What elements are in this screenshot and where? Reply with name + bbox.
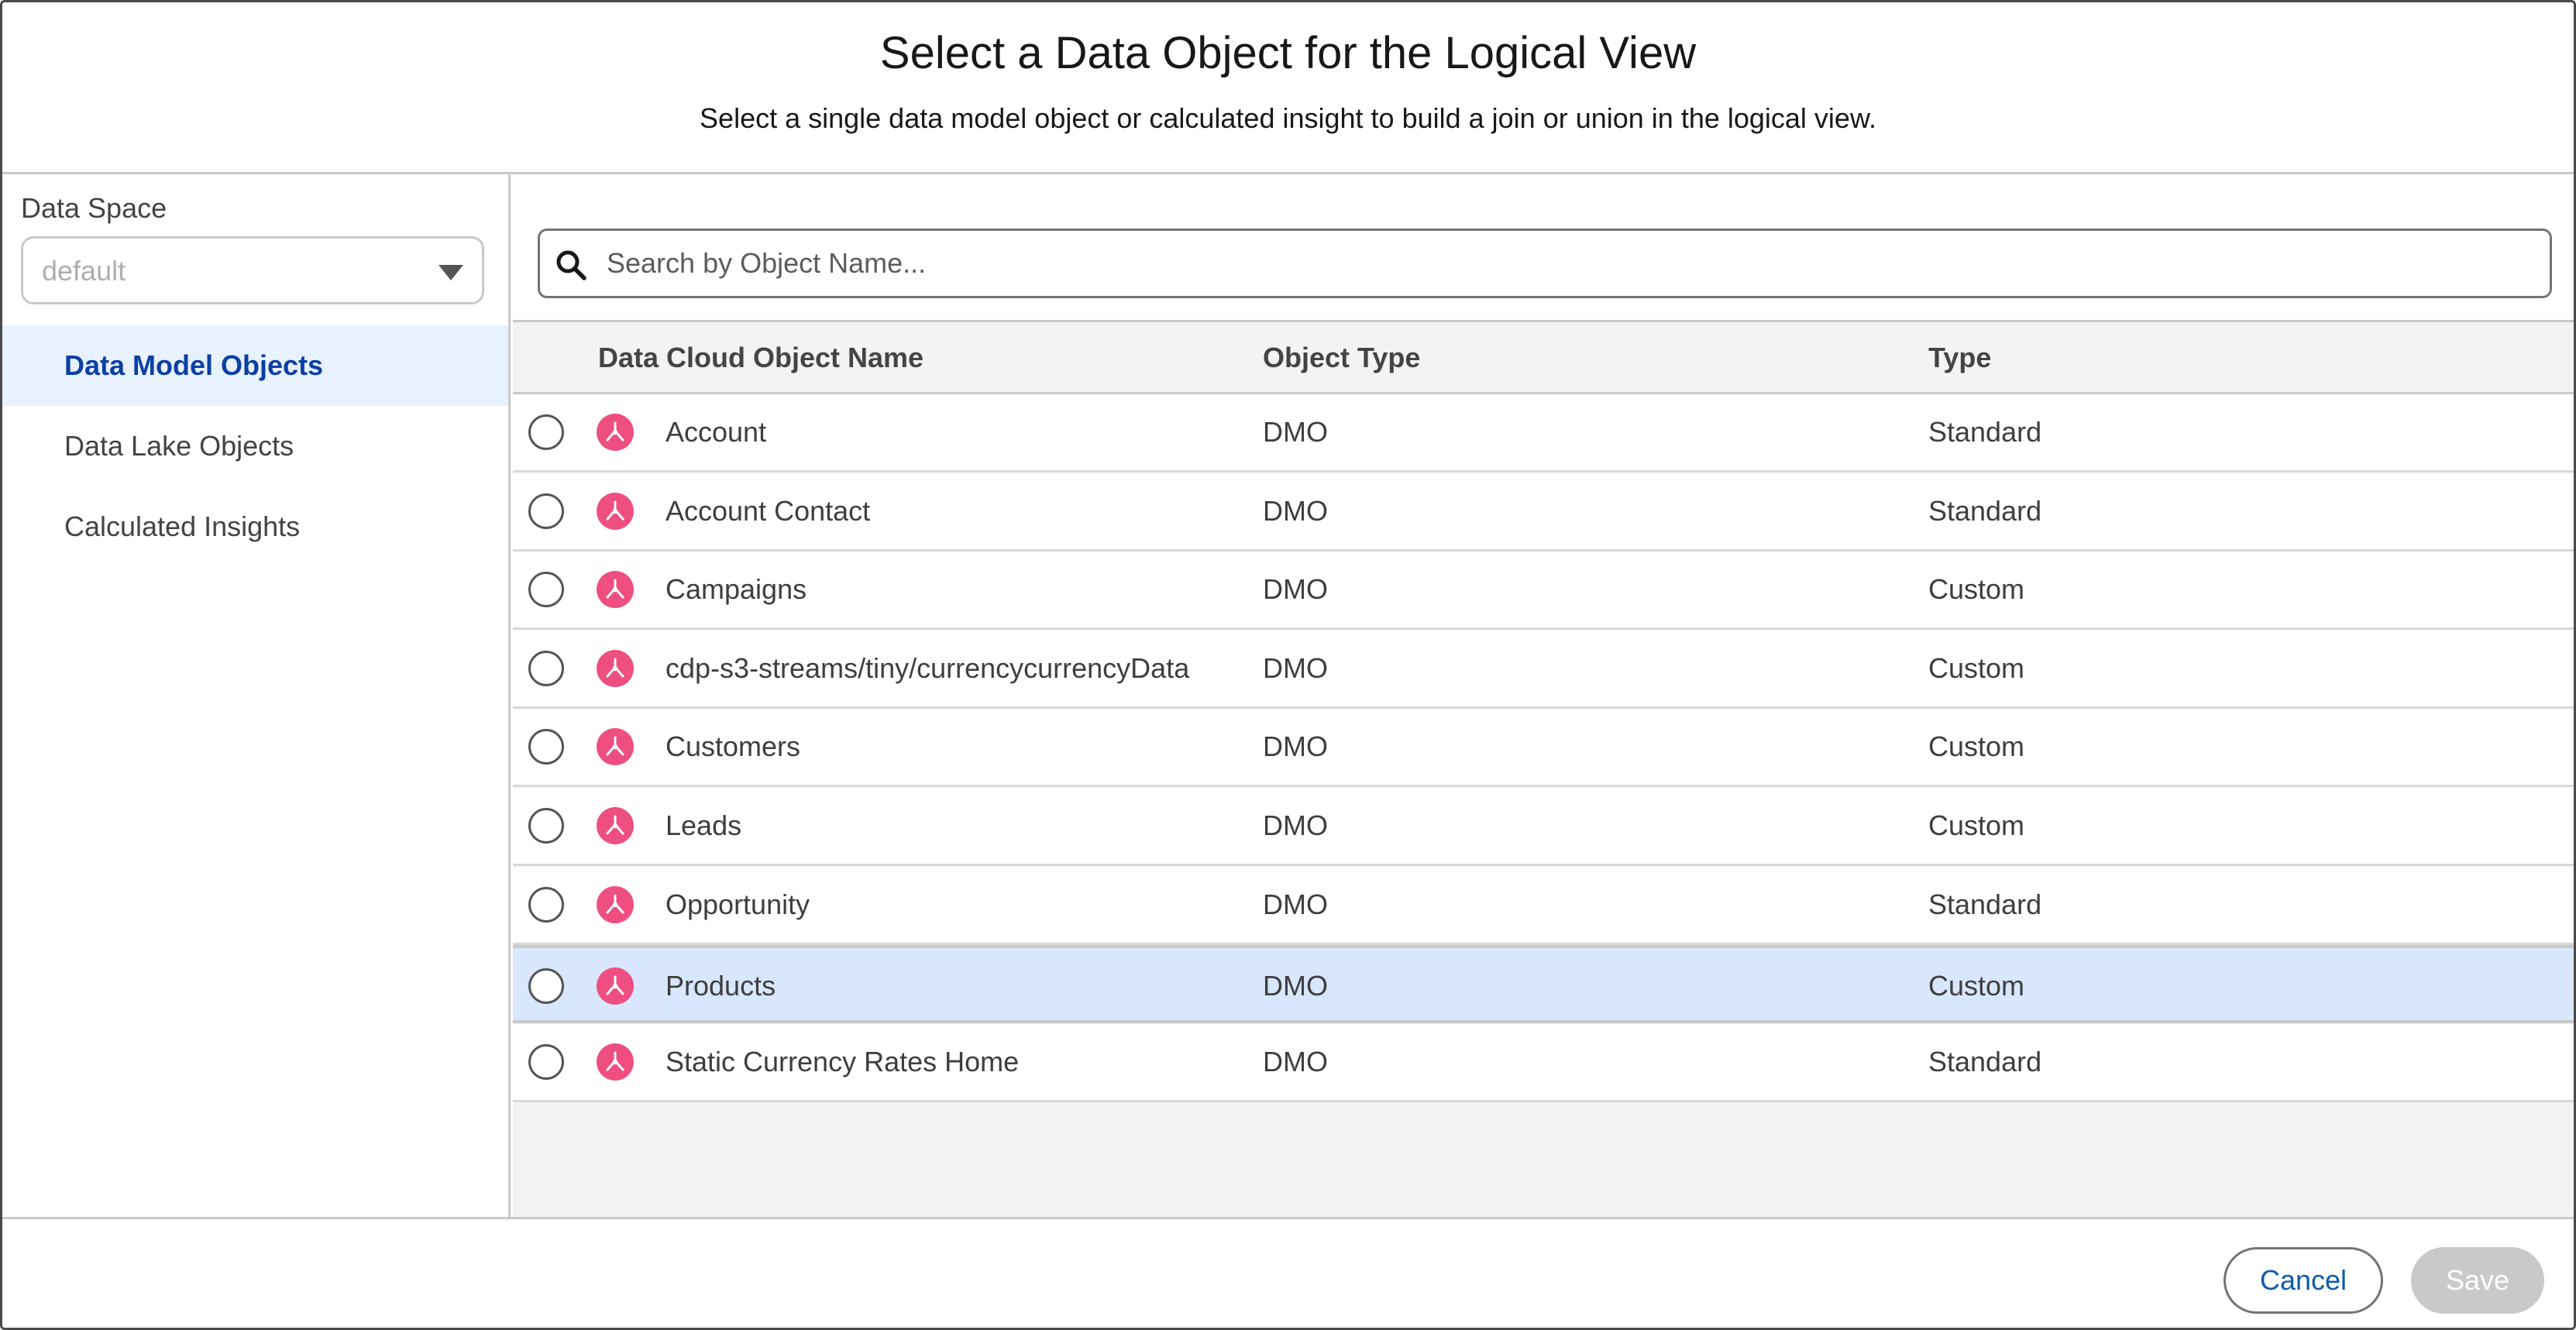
- data-model-object-icon: [597, 492, 634, 530]
- row-radio[interactable]: [528, 414, 564, 450]
- type-cell: Custom: [1928, 809, 2025, 841]
- table-row[interactable]: cdp-s3-streams/tiny/currencycurrencyData…: [513, 630, 2574, 709]
- table-row[interactable]: Customers DMO Custom: [513, 709, 2574, 788]
- cancel-button[interactable]: Cancel: [2223, 1247, 2383, 1314]
- object-name-cell: Account Contact: [665, 494, 871, 527]
- row-radio[interactable]: [528, 1043, 564, 1080]
- type-cell: Custom: [1928, 573, 2025, 606]
- object-name-cell: Leads: [665, 809, 742, 841]
- save-button[interactable]: Save: [2411, 1247, 2544, 1314]
- data-model-object-icon: [597, 571, 634, 609]
- search-input[interactable]: [607, 239, 2528, 288]
- object-type-cell: DMO: [1263, 809, 1328, 841]
- data-model-object-icon: [597, 1043, 634, 1081]
- object-name-cell: Static Currency Rates Home: [665, 1045, 1020, 1077]
- type-cell: Standard: [1928, 888, 2042, 920]
- data-model-object-icon: [597, 807, 634, 844]
- triangle-down-icon: [439, 265, 463, 280]
- sidebar-item-data-model-objects[interactable]: Data Model Objects: [2, 325, 508, 406]
- table-row[interactable]: Campaigns DMO Custom: [513, 552, 2574, 631]
- dialog-footer: Cancel Save: [2, 1217, 2574, 1328]
- object-name-cell: Products: [665, 970, 776, 1002]
- object-type-cell: DMO: [1263, 651, 1328, 684]
- column-header-type[interactable]: Type: [1928, 322, 1991, 394]
- object-name-cell: Account: [665, 416, 767, 448]
- row-radio[interactable]: [528, 886, 564, 923]
- sidebar-item-calculated-insights[interactable]: Calculated Insights: [2, 486, 508, 567]
- data-space-value: default: [42, 255, 126, 287]
- row-radio[interactable]: [528, 968, 564, 1005]
- dialog-header: Select a Data Object for the Logical Vie…: [2, 2, 2574, 174]
- object-type-cell: DMO: [1263, 1045, 1328, 1077]
- row-radio[interactable]: [528, 572, 564, 608]
- type-cell: Custom: [1928, 730, 2025, 763]
- object-type-cell: DMO: [1263, 730, 1328, 763]
- object-name-cell: Opportunity: [665, 888, 810, 920]
- row-radio[interactable]: [528, 493, 564, 529]
- sidebar: Data Space default Data Model Objects Dat…: [2, 174, 511, 1217]
- object-name-cell: Customers: [665, 730, 801, 763]
- sidebar-item-data-lake-objects[interactable]: Data Lake Objects: [2, 406, 508, 486]
- object-type-cell: DMO: [1263, 970, 1328, 1002]
- object-type-cell: DMO: [1263, 494, 1328, 527]
- data-model-object-icon: [597, 649, 634, 687]
- object-type-cell: DMO: [1263, 888, 1328, 920]
- data-space-select[interactable]: default: [21, 236, 484, 304]
- column-header-object-type[interactable]: Object Type: [1263, 322, 1420, 394]
- search-area: [513, 174, 2574, 320]
- search-box[interactable]: [538, 229, 2552, 298]
- table-header: Data Cloud Object Name Object Type Type: [513, 320, 2574, 394]
- column-header-name[interactable]: Data Cloud Object Name: [598, 322, 923, 394]
- object-name-cell: cdp-s3-streams/tiny/currencycurrencyData: [665, 651, 1190, 684]
- type-cell: Custom: [1928, 651, 2025, 684]
- type-cell: Standard: [1928, 416, 2042, 448]
- dialog-title: Select a Data Object for the Logical Vie…: [879, 28, 1697, 78]
- select-data-object-dialog: Select a Data Object for the Logical Vie…: [0, 0, 2576, 1330]
- data-model-object-icon: [597, 885, 634, 923]
- row-radio[interactable]: [528, 650, 564, 686]
- data-model-object-icon: [597, 414, 634, 451]
- data-model-object-icon: [597, 728, 634, 766]
- object-list-panel: Data Cloud Object Name Object Type Type …: [513, 174, 2574, 1217]
- table-row[interactable]: Products DMO Custom: [513, 945, 2574, 1024]
- table-row[interactable]: Leads DMO Custom: [513, 788, 2574, 866]
- row-radio[interactable]: [528, 729, 564, 765]
- object-type-cell: DMO: [1263, 573, 1328, 606]
- table-row[interactable]: Static Currency Rates Home DMO Standard: [513, 1023, 2574, 1102]
- table-row[interactable]: Opportunity DMO Standard: [513, 866, 2574, 945]
- dialog-subtitle: Select a single data model object or cal…: [700, 102, 1876, 134]
- object-type-cell: DMO: [1263, 416, 1328, 448]
- object-name-cell: Campaigns: [665, 573, 807, 606]
- row-radio[interactable]: [528, 808, 564, 844]
- type-cell: Custom: [1928, 970, 2025, 1002]
- data-model-object-icon: [597, 967, 634, 1005]
- type-cell: Standard: [1928, 1045, 2042, 1077]
- table-row[interactable]: Account DMO Standard: [513, 394, 2574, 473]
- table-row[interactable]: Account Contact DMO Standard: [513, 473, 2574, 552]
- search-icon: [556, 250, 586, 280]
- type-cell: Standard: [1928, 494, 2042, 527]
- data-space-label: Data Space: [21, 192, 167, 224]
